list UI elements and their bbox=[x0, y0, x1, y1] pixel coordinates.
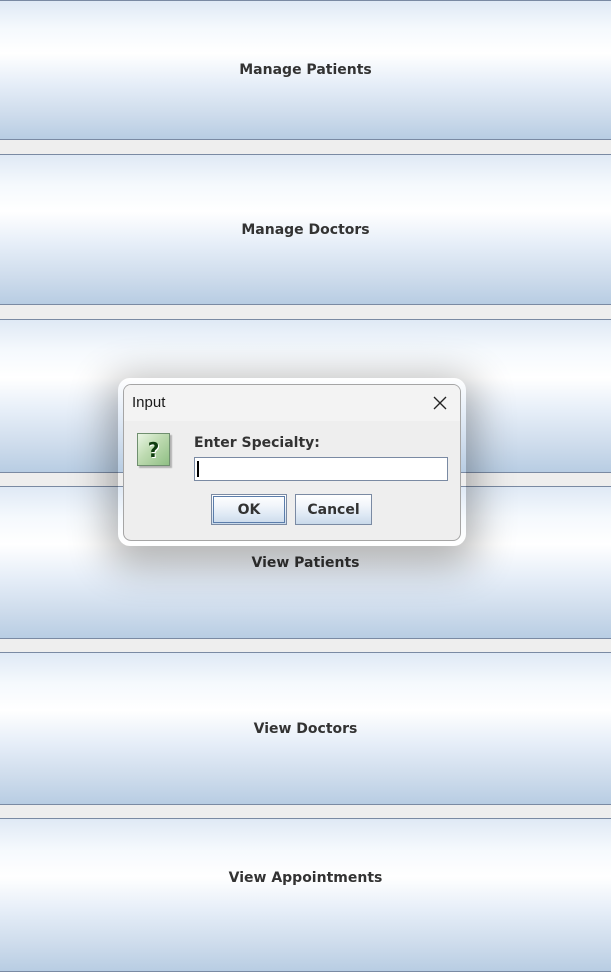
manage-doctors-label: Manage Doctors bbox=[241, 221, 370, 238]
specialty-prompt-label: Enter Specialty: bbox=[194, 435, 320, 451]
ok-button[interactable]: OK bbox=[211, 494, 287, 525]
cancel-button[interactable]: Cancel bbox=[295, 494, 372, 525]
dialog-titlebar[interactable]: Input bbox=[124, 385, 460, 421]
question-glyph: ? bbox=[147, 437, 160, 462]
manage-patients-button[interactable]: Manage Patients bbox=[0, 0, 611, 140]
view-doctors-label: View Doctors bbox=[253, 720, 358, 737]
text-caret bbox=[197, 461, 199, 477]
input-dialog: Input ? Enter Specialty: OK Cancel bbox=[123, 384, 461, 541]
question-icon: ? bbox=[137, 433, 170, 466]
view-appointments-button[interactable]: View Appointments bbox=[0, 818, 611, 972]
specialty-input[interactable] bbox=[194, 457, 448, 481]
view-doctors-button[interactable]: View Doctors bbox=[0, 652, 611, 805]
cancel-button-label: Cancel bbox=[307, 501, 360, 518]
manage-patients-label: Manage Patients bbox=[239, 62, 372, 78]
ok-button-label: OK bbox=[237, 501, 261, 518]
view-appointments-label: View Appointments bbox=[228, 870, 383, 886]
dialog-title: Input bbox=[132, 394, 166, 411]
close-icon bbox=[433, 396, 447, 410]
manage-doctors-button[interactable]: Manage Doctors bbox=[0, 154, 611, 305]
view-patients-label: View Patients bbox=[251, 554, 360, 571]
close-button[interactable] bbox=[428, 391, 452, 415]
